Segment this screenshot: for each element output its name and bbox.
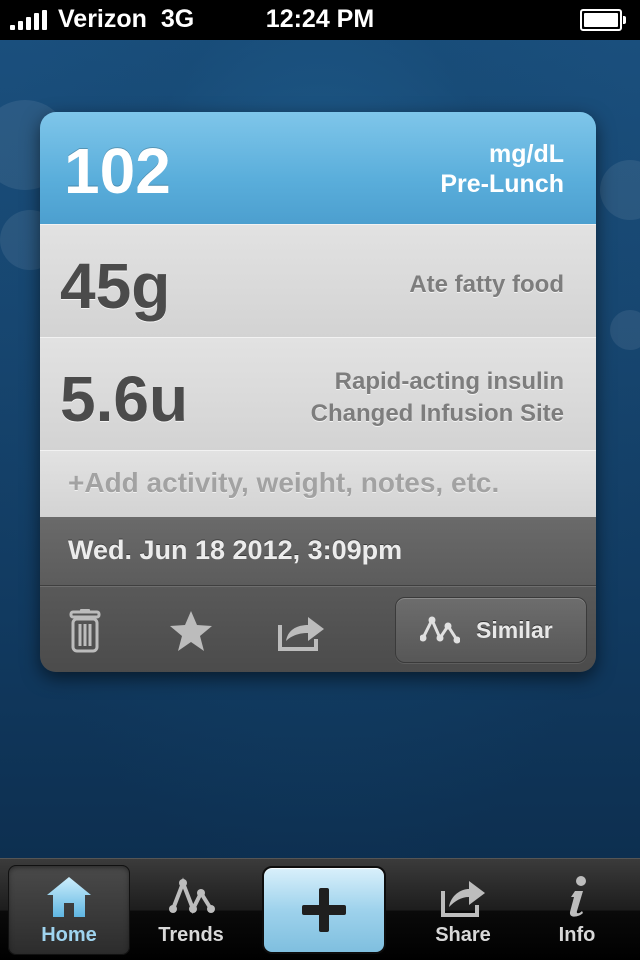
trash-icon[interactable] [60,609,110,653]
add-details-prompt: +Add activity, weight, notes, etc. [68,467,500,498]
status-bar: Verizon 3G 12:24 PM [0,0,640,40]
insulin-value: 5.6u [60,363,189,435]
bokeh-light [610,310,640,350]
glucose-value: 102 [64,135,171,207]
entry-datetime: Wed. Jun 18 2012, 3:09pm [68,535,403,565]
carbs-row[interactable]: 45g Ate fatty food [40,224,596,338]
trends-icon [169,877,215,914]
meal-tag: Pre-Lunch [440,170,564,198]
add-entry-button[interactable] [262,866,386,954]
glucose-row[interactable]: 102 mg/dL Pre-Lunch [40,112,596,225]
tab-home[interactable]: Home [8,865,130,955]
plus-icon [302,888,346,932]
status-time: 12:24 PM [265,5,375,33]
add-details-row[interactable]: +Add activity, weight, notes, etc. [40,450,596,518]
tab-trends[interactable]: Trends [130,865,252,955]
carbs-value: 45g [60,250,171,322]
carbs-note: Ate fatty food [409,271,564,298]
tab-home-label: Home [41,924,97,946]
share-icon [441,881,485,917]
star-icon[interactable] [166,609,216,653]
trend-icon [420,616,460,644]
insulin-row[interactable]: 5.6u Rapid-acting insulin Changed Infusi… [40,337,596,451]
tab-info[interactable]: Info [516,865,638,955]
insulin-note: Changed Infusion Site [310,400,564,427]
share-arrow-icon[interactable] [276,609,326,653]
insulin-type: Rapid-acting insulin [334,368,564,395]
tab-trends-label: Trends [158,924,224,946]
tab-share-label: Share [435,924,491,946]
similar-label: Similar [476,617,553,643]
action-bar: Similar [40,586,596,672]
entry-card: 102 mg/dL Pre-Lunch 45g Ate fatty food 5… [40,112,596,672]
bokeh-light [600,160,640,220]
similar-button[interactable]: Similar [395,597,587,663]
tab-share[interactable]: Share [402,865,524,955]
datetime-row[interactable]: Wed. Jun 18 2012, 3:09pm [40,517,596,586]
battery-icon [580,9,626,31]
info-icon [569,876,586,917]
home-icon [47,877,91,917]
insulin-details: Rapid-acting insulin Changed Infusion Si… [311,366,564,430]
tab-info-label: Info [558,924,596,946]
glucose-unit: mg/dL [489,140,564,168]
